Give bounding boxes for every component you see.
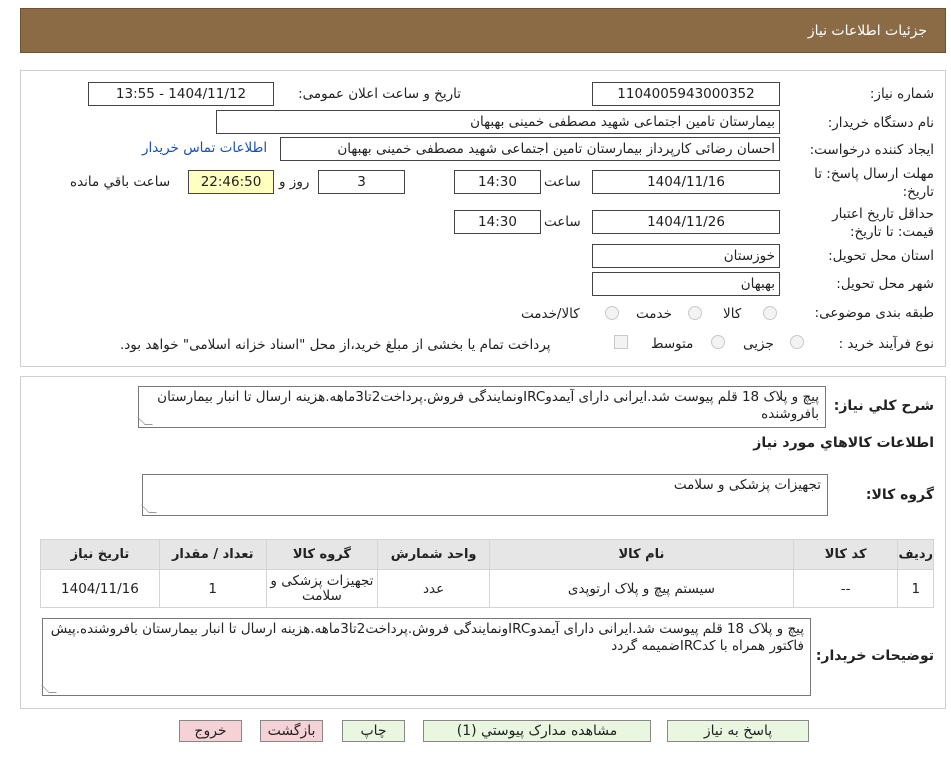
need-no-field: 1104005943000352 (592, 82, 780, 106)
deadline-date-field: 1404/11/16 (592, 170, 780, 194)
province-field: خوزستان (592, 244, 780, 268)
process-minor-radio[interactable] (790, 335, 804, 349)
reply-button[interactable]: پاسخ به نیاز (667, 720, 809, 742)
table-header-row: ردیف کد کالا نام کالا واحد شمارش گروه کا… (40, 539, 934, 570)
goods-group-textarea[interactable]: تجهیزات پزشکی و سلامت (141, 474, 828, 516)
process-medium-label: متوسط (651, 336, 694, 352)
category-service-label: خدمت (636, 306, 672, 322)
goods-info-title: اطلاعات کالاهاي مورد نياز (753, 435, 934, 451)
buyer-notes-textarea[interactable]: پیچ و پلاک 18 قلم پیوست شد.ایرانی دارای … (41, 618, 811, 696)
validity-time-field: 14:30 (454, 210, 541, 234)
cell-unit: عدد (377, 569, 490, 608)
province-label: استان محل تحویل: (828, 248, 934, 264)
category-goods-service-label: کالا/خدمت (521, 306, 580, 322)
deadline-time-label: ساعت (544, 174, 581, 190)
buyer-notes-text: پیچ و پلاک 18 قلم پیوست شد.ایرانی دارای … (50, 621, 804, 654)
process-minor-label: جزیی (743, 336, 774, 352)
buyer-notes-label: توضیحات خریدار: (815, 648, 934, 664)
cell-group: تجهیزات پزشکی و سلامت (265, 569, 379, 608)
col-unit-header: واحد شمارش (377, 539, 490, 570)
announce-field: 1404/11/12 - 13:55 (88, 82, 274, 106)
resize-grip-icon[interactable] (137, 417, 153, 425)
deadline-time-field: 14:30 (454, 170, 541, 194)
col-group-header: گروه کالا (265, 539, 379, 570)
col-qty-header: تعداد / مقدار (158, 539, 267, 570)
category-goods-radio[interactable] (763, 306, 777, 320)
exit-button[interactable]: خروج (179, 720, 242, 742)
goods-group-label: گروه کالا: (865, 487, 934, 503)
validity-label-2: قیمت: تا تاریخ: (850, 224, 934, 240)
days-label: روز و (279, 174, 310, 190)
deadline-label: مهلت ارسال پاسخ: تا (814, 166, 934, 182)
category-goods-service-radio[interactable] (605, 306, 619, 320)
creator-field: احسان رضائی کارپرداز بیمارستان تامین اجت… (280, 137, 780, 161)
deadline-label-2: تاریخ: (902, 184, 934, 200)
validity-date-field: 1404/11/26 (592, 210, 780, 234)
buyer-contact-link[interactable]: اطلاعات تماس خریدار (142, 140, 267, 156)
cell-code: -- (792, 569, 899, 608)
col-name-header: نام کالا (489, 539, 794, 570)
page-header: جزئیات اطلاعات نیاز (20, 8, 946, 53)
remaining-time-field: 22:46:50 (188, 170, 274, 194)
col-row-header: ردیف (897, 539, 934, 570)
treasury-payment-checkbox[interactable] (614, 335, 628, 349)
page-title: جزئیات اطلاعات نیاز (807, 22, 927, 39)
resize-grip-icon[interactable] (141, 505, 157, 513)
back-button[interactable]: بازگشت (260, 720, 323, 742)
cell-name: سیستم پیچ و پلاک ارتوپدی (489, 569, 794, 608)
city-field: بهبهان (592, 272, 780, 296)
category-goods-label: کالا (723, 306, 742, 322)
goods-table: ردیف کد کالا نام کالا واحد شمارش گروه کا… (40, 539, 934, 608)
category-label: طبقه بندی موضوعی: (814, 305, 934, 321)
need-no-label: شماره نیاز: (869, 86, 934, 102)
city-label: شهر محل تحویل: (836, 276, 934, 292)
col-code-header: کد کالا (792, 539, 899, 570)
goods-group-text: تجهیزات پزشکی و سلامت (673, 477, 821, 493)
treasury-payment-label: پرداخت تمام یا بخشی از مبلغ خرید،از محل … (120, 337, 551, 353)
col-date-header: تاریخ نیاز (40, 539, 160, 570)
summary-textarea[interactable]: پیچ و پلاک 18 قلم پیوست شد.ایرانی دارای … (137, 386, 826, 428)
process-label: نوع فرآیند خرید : (838, 336, 934, 352)
announce-label: تاریخ و ساعت اعلان عمومی: (298, 86, 461, 102)
buyer-org-label: نام دستگاه خریدار: (827, 115, 934, 131)
validity-time-label: ساعت (544, 214, 581, 230)
summary-text: پیچ و پلاک 18 قلم پیوست شد.ایرانی دارای … (157, 389, 819, 422)
table-row: 1 -- سیستم پیچ و پلاک ارتوپدی عدد تجهیزا… (40, 569, 934, 608)
remaining-label: ساعت باقي مانده (70, 174, 171, 190)
buyer-org-field: بیمارستان تامین اجتماعی شهید مصطفی خمینی… (216, 110, 780, 134)
remaining-days-field: 3 (318, 170, 405, 194)
summary-label: شرح کلي نياز: (833, 398, 934, 414)
view-attachments-button[interactable]: مشاهده مدارک پیوستي (1) (423, 720, 651, 742)
category-service-radio[interactable] (688, 306, 702, 320)
print-button[interactable]: چاپ (342, 720, 405, 742)
cell-qty: 1 (158, 569, 267, 608)
resize-grip-icon[interactable] (41, 685, 57, 693)
cell-row-no: 1 (897, 569, 934, 608)
creator-label: ایجاد کننده درخواست: (809, 142, 934, 158)
cell-date: 1404/11/16 (40, 569, 160, 608)
validity-label: حداقل تاریخ اعتبار (832, 206, 934, 222)
process-medium-radio[interactable] (711, 335, 725, 349)
